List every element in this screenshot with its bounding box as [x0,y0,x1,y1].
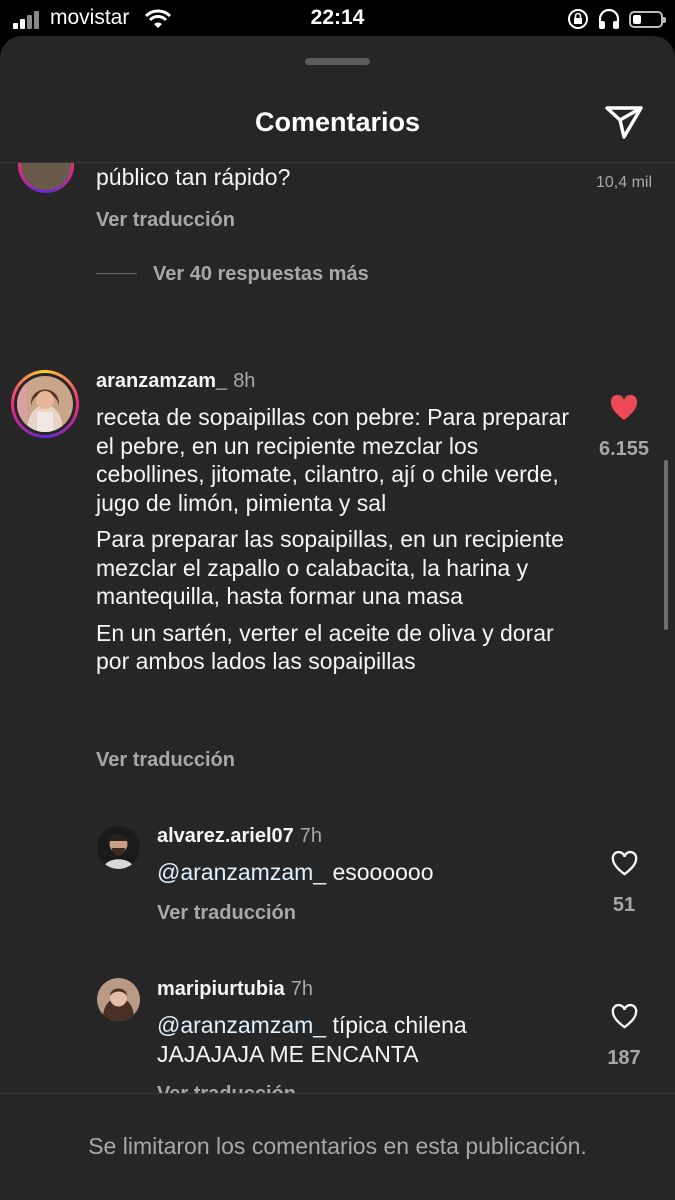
avatar[interactable] [97,826,140,869]
username[interactable]: maripiurtubia [157,978,285,1000]
story-ring-avatar[interactable] [11,370,79,438]
headphones-icon [598,8,620,29]
comment-header: aranzamzam_ 8h [96,370,255,393]
comments-limited-notice: Se limitaron los comentarios en esta pub… [88,1133,587,1159]
scrollbar[interactable] [664,460,668,630]
heart-outline-icon[interactable] [610,1003,639,1030]
avatar [17,376,73,432]
comment-body: receta de sopaipillas con pebre: Para pr… [96,403,581,676]
translate-link[interactable]: Ver traducción [96,209,235,232]
username[interactable]: aranzamzam_ [96,370,227,392]
comments-list[interactable]: público tan rápido? 10,4 mil Ver traducc… [0,163,675,1093]
view-more-replies-button[interactable]: Ver 40 respuestas más [153,263,369,286]
like-count: 187 [607,1047,641,1069]
username[interactable]: alvarez.ariel07 [157,825,294,847]
like-count: 10,4 mil [595,174,653,191]
like-count: 6.155 [598,438,650,460]
comment-paragraph: Para preparar las sopaipillas, en un rec… [96,526,564,609]
heart-filled-icon[interactable] [609,394,639,422]
sheet-grabber-handle[interactable] [305,58,370,65]
translate-link[interactable]: Ver traducción [96,749,235,772]
comment-paragraph: receta de sopaipillas con pebre: Para pr… [96,404,570,516]
comment-text: público tan rápido? [96,164,291,190]
comments-sheet: Comentarios público tan rápido? 10,4 mil… [0,36,675,1200]
comment-paragraph: En un sartén, verter el aceite de oliva … [96,619,554,675]
comment-time: 7h [290,978,314,1000]
translate-link[interactable]: Ver traducción [157,902,296,925]
mention-link[interactable]: @aranzamzam_ [157,859,326,885]
heart-outline-icon[interactable] [610,850,639,877]
orientation-lock-icon [568,9,588,29]
battery-icon [629,10,666,28]
comment-time: 8h [233,370,256,392]
comment-time: 7h [299,825,323,847]
footer-divider [0,1093,675,1094]
reply-header: alvarez.ariel07 7h [157,825,322,848]
reply-text: @aranzamzam_ esoooooo [157,858,577,887]
reply-text: @aranzamzam_ típica chilena JAJAJAJA ME … [157,1011,562,1068]
reply-header: maripiurtubia 7h [157,978,313,1001]
page-title: Comentarios [254,107,421,137]
mention-link[interactable]: @aranzamzam_ [157,1012,326,1038]
status-bar: movistar 22:14 [0,0,675,38]
translate-link[interactable]: Ver traducción [157,1083,296,1093]
like-count: 51 [612,894,636,916]
replies-line [96,273,137,274]
paper-plane-icon[interactable] [602,102,646,142]
avatar[interactable] [97,978,140,1021]
reply-body: esoooooo [326,859,434,885]
avatar[interactable] [18,163,74,193]
